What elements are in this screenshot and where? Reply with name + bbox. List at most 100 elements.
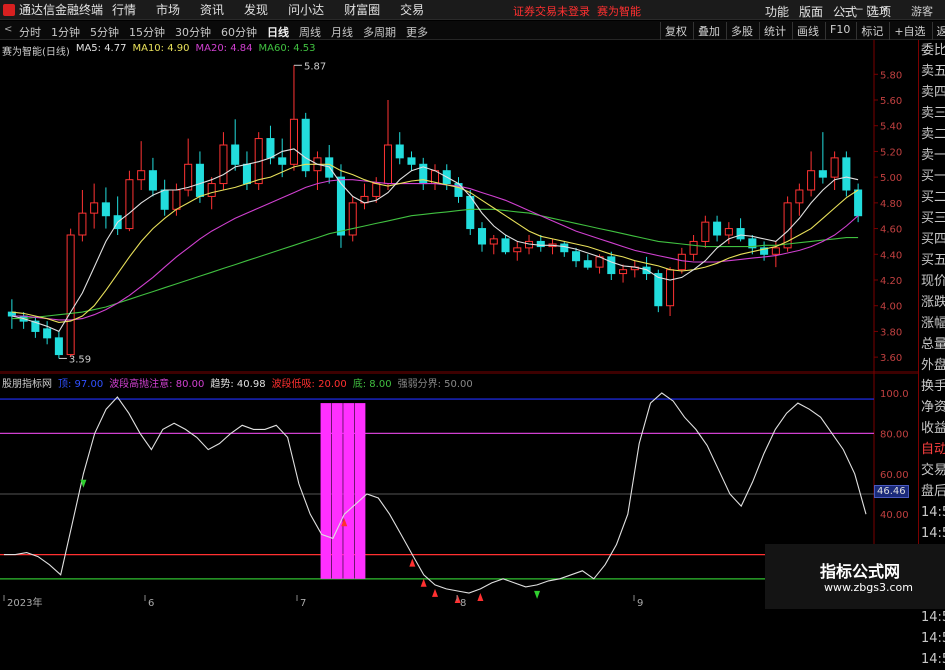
candle-body: [231, 144, 240, 165]
candle-body: [807, 170, 816, 191]
tool-add-watchlist[interactable]: +自选: [889, 22, 929, 40]
quote-panel-item[interactable]: 外盘: [919, 355, 945, 376]
tool-draw[interactable]: 画线: [792, 22, 823, 40]
tool-stats[interactable]: 统计: [759, 22, 790, 40]
tab-period-15min[interactable]: 15分钟: [129, 24, 165, 40]
quote-panel-item[interactable]: 14:56: [919, 523, 945, 544]
tab-period-more[interactable]: 更多: [406, 24, 428, 40]
quote-panel-item[interactable]: 涨跌: [919, 292, 945, 313]
menu-function[interactable]: 功能: [765, 3, 789, 20]
quote-panel-item[interactable]: 委比: [919, 40, 945, 61]
indicator-tick-label: 80.00: [880, 429, 909, 440]
tab-period-multi[interactable]: 多周期: [363, 24, 396, 40]
quote-panel-item[interactable]: 净资: [919, 397, 945, 418]
login-notice[interactable]: 证券交易未登录 赛为智能: [513, 3, 641, 19]
menu-wealth[interactable]: 财富圈: [344, 1, 380, 18]
tab-period-5min[interactable]: 5分钟: [90, 24, 119, 40]
tab-period-1min[interactable]: 1分钟: [51, 24, 80, 40]
tab-period-30min[interactable]: 30分钟: [175, 24, 211, 40]
quote-panel-item[interactable]: 买五: [919, 250, 945, 271]
price-tick-label: 5.00: [880, 173, 902, 184]
collapse-left-icon[interactable]: <: [4, 24, 12, 35]
legend-bottom: 底: 8.00: [352, 379, 392, 390]
date-label: 7: [300, 598, 306, 609]
tool-mark[interactable]: 标记: [856, 22, 887, 40]
candle-body: [160, 189, 169, 210]
menu-news[interactable]: 资讯: [200, 1, 224, 18]
quote-panel-item[interactable]: 买四: [919, 229, 945, 250]
quote-panel-item[interactable]: 14:56: [919, 649, 945, 670]
price-chart[interactable]: 5.80 5.60 5.40 5.20 5.00 4.80 4.60 4.40 4.20 4.00…: [0, 40, 918, 373]
tool-multi-stock[interactable]: 多股: [726, 22, 757, 40]
quote-panel-item[interactable]: 买二: [919, 187, 945, 208]
menu-ask[interactable]: 问小达: [288, 1, 324, 18]
candle-body: [713, 221, 722, 236]
quote-panel-item[interactable]: 卖三: [919, 103, 945, 124]
tool-back[interactable]: 返回: [931, 22, 945, 40]
price-tick-label: 5.20: [880, 147, 902, 158]
quote-panel-item[interactable]: 总量: [919, 334, 945, 355]
guest-label[interactable]: 游客: [911, 3, 933, 19]
signal-bar: [354, 403, 366, 579]
quote-panel-item[interactable]: 盘后: [919, 481, 945, 502]
candle-body: [583, 260, 592, 268]
menu-trade[interactable]: 交易: [400, 1, 424, 18]
date-label: 2023年: [7, 596, 42, 609]
candle-body: [560, 243, 569, 253]
quote-panel-item[interactable]: 买三: [919, 208, 945, 229]
quote-panel-item[interactable]: 自动: [919, 439, 945, 460]
menu-quotes[interactable]: 行情: [112, 1, 136, 18]
quote-panel-item[interactable]: 14:56: [919, 607, 945, 628]
tab-period-intraday[interactable]: 分时: [19, 24, 41, 40]
tool-f10[interactable]: F10: [825, 22, 854, 40]
quote-panel-item[interactable]: 14:56: [919, 628, 945, 649]
candle-body: [854, 189, 863, 217]
tab-period-week[interactable]: 周线: [299, 24, 321, 40]
legend-ma60: MA60: 4.53: [258, 43, 316, 54]
tool-overlay[interactable]: 叠加: [693, 22, 724, 40]
quote-panel-item[interactable]: 现价: [919, 271, 945, 292]
logo-icon: [3, 3, 15, 16]
menu-layout[interactable]: 版面: [799, 3, 823, 20]
indicator-tick-label: 60.00: [880, 470, 909, 481]
legend-ma20: MA20: 4.84: [195, 43, 253, 54]
low-annotation: 3.59: [69, 354, 91, 365]
quote-panel-item[interactable]: 卖五: [919, 61, 945, 82]
date-label: 8: [460, 598, 466, 609]
signal-bar: [343, 403, 355, 579]
price-tick-label: 4.60: [880, 225, 902, 236]
candle-body: [395, 144, 404, 159]
quote-panel-item[interactable]: 14:56: [919, 502, 945, 523]
candle-body: [383, 144, 393, 185]
candle-body: [736, 228, 745, 240]
quote-panel-item[interactable]: 收益: [919, 418, 945, 439]
quote-panel-item[interactable]: 买一: [919, 166, 945, 187]
candle-body: [689, 240, 698, 255]
quote-panel-item[interactable]: 换手: [919, 376, 945, 397]
legend-high-zone: 波段高抛注意: 80.00: [109, 379, 205, 390]
candle-body: [43, 328, 52, 339]
quote-panel-item[interactable]: 卖二: [919, 124, 945, 145]
tool-adjust[interactable]: 复权: [660, 22, 691, 40]
quote-panel-item[interactable]: 卖四: [919, 82, 945, 103]
watermark-title: 指标公式网: [820, 562, 901, 581]
tab-period-month[interactable]: 月线: [331, 24, 353, 40]
menu-discover[interactable]: 发现: [244, 1, 268, 18]
price-tick-label: 5.80: [880, 70, 902, 81]
candle-body: [724, 228, 733, 236]
menu-market[interactable]: 市场: [156, 1, 180, 18]
candle-body: [666, 269, 675, 307]
main-menu: 行情 市场 资讯 发现 问小达 财富圈 交易: [112, 1, 444, 18]
legend-top: 顶: 97.00: [58, 379, 104, 390]
chart-tools: 复权 叠加 多股 统计 画线 F10 标记 +自选 返回: [660, 22, 945, 40]
window-controls[interactable]: ▭ ─ □ ✕: [842, 3, 889, 16]
indicator-legend: 股朋指标网 顶: 97.00 波段高抛注意: 80.00 趋势: 40.98 波…: [2, 375, 479, 390]
quote-panel-item[interactable]: 卖一: [919, 145, 945, 166]
tab-period-60min[interactable]: 60分钟: [221, 24, 257, 40]
quote-panel-item[interactable]: 涨幅: [919, 313, 945, 334]
tab-period-day[interactable]: 日线: [267, 24, 289, 40]
date-label: 6: [148, 598, 154, 609]
candle-body: [219, 144, 228, 185]
quote-panel-item[interactable]: 交易: [919, 460, 945, 481]
candle-body: [301, 118, 310, 172]
